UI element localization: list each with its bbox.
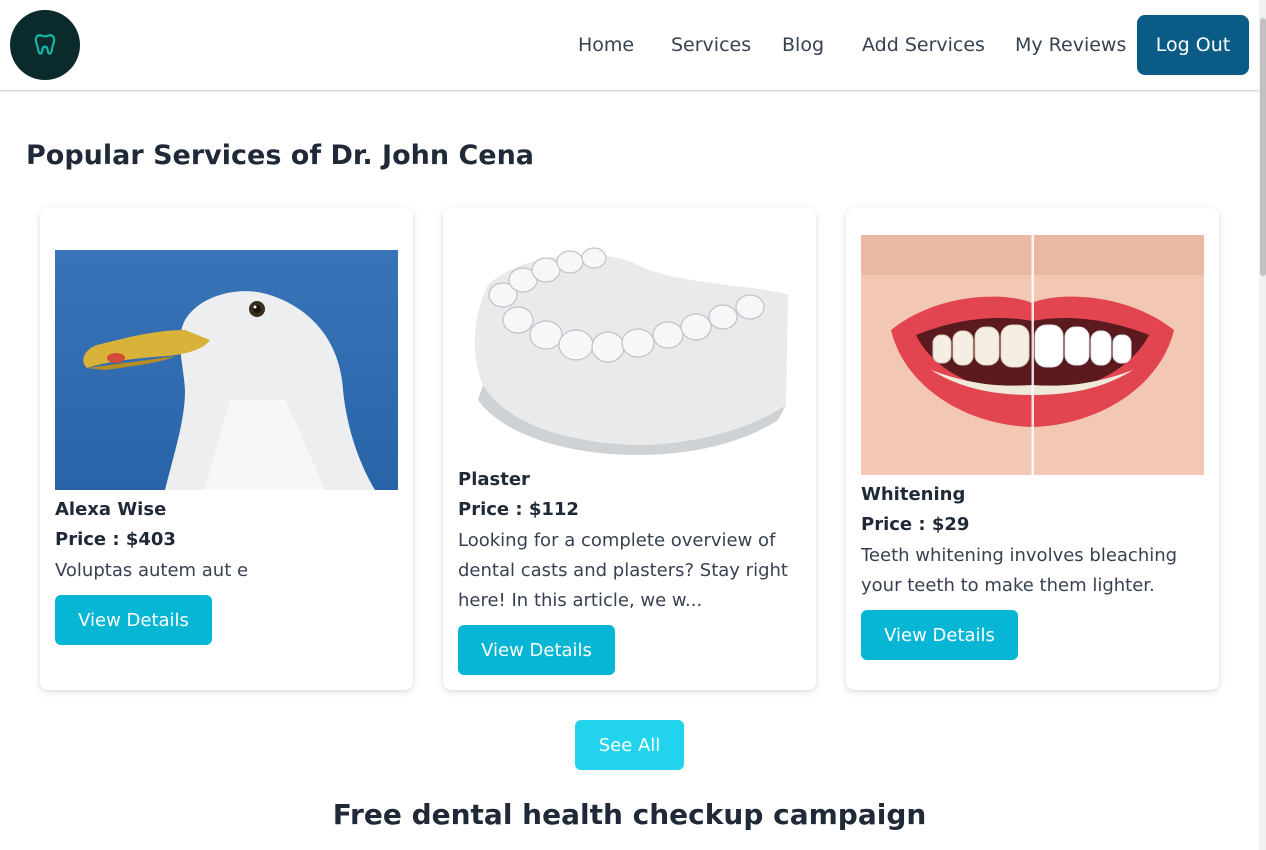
page-scrollbar-thumb[interactable] bbox=[1260, 18, 1266, 276]
site-header: Home Services Blog Add Services My Revie… bbox=[0, 0, 1259, 91]
service-description: Voluptas autem aut e bbox=[55, 560, 249, 581]
see-all-button[interactable]: See All bbox=[575, 720, 684, 770]
nav-services-link[interactable]: Services bbox=[671, 34, 751, 56]
service-image-teeth-whitening bbox=[861, 235, 1204, 475]
service-image-seagull bbox=[55, 250, 398, 490]
service-description: Teeth whitening involves bleaching your … bbox=[861, 545, 1178, 596]
service-name: Plaster bbox=[458, 469, 530, 490]
logo[interactable] bbox=[10, 10, 80, 80]
service-description: Looking for a complete overview of denta… bbox=[458, 530, 788, 611]
service-card: Alexa Wise Price : $403 Voluptas autem a… bbox=[40, 208, 413, 690]
service-name: Alexa Wise bbox=[55, 499, 167, 520]
view-details-button[interactable]: View Details bbox=[55, 595, 212, 645]
service-price: Price : $29 bbox=[861, 514, 970, 535]
logout-button[interactable]: Log Out bbox=[1137, 15, 1249, 75]
service-image-dental-plaster bbox=[458, 235, 801, 475]
service-card: Whitening Price : $29 Teeth whitening in… bbox=[846, 208, 1219, 690]
section-title: Popular Services of Dr. John Cena bbox=[26, 140, 535, 171]
tooth-icon bbox=[34, 34, 56, 55]
nav-my-reviews-link[interactable]: My Reviews bbox=[1015, 34, 1126, 56]
service-name: Whitening bbox=[861, 484, 966, 505]
service-card: Plaster Price : $112 Looking for a compl… bbox=[443, 208, 816, 690]
nav-blog-link[interactable]: Blog bbox=[782, 34, 824, 56]
service-price: Price : $403 bbox=[55, 529, 176, 550]
campaign-title: Free dental health checkup campaign bbox=[332, 798, 927, 831]
nav-add-services-link[interactable]: Add Services bbox=[862, 34, 985, 56]
view-details-button[interactable]: View Details bbox=[861, 610, 1018, 660]
view-details-button[interactable]: View Details bbox=[458, 625, 615, 675]
nav-home-link[interactable]: Home bbox=[578, 34, 634, 56]
service-price: Price : $112 bbox=[458, 499, 579, 520]
